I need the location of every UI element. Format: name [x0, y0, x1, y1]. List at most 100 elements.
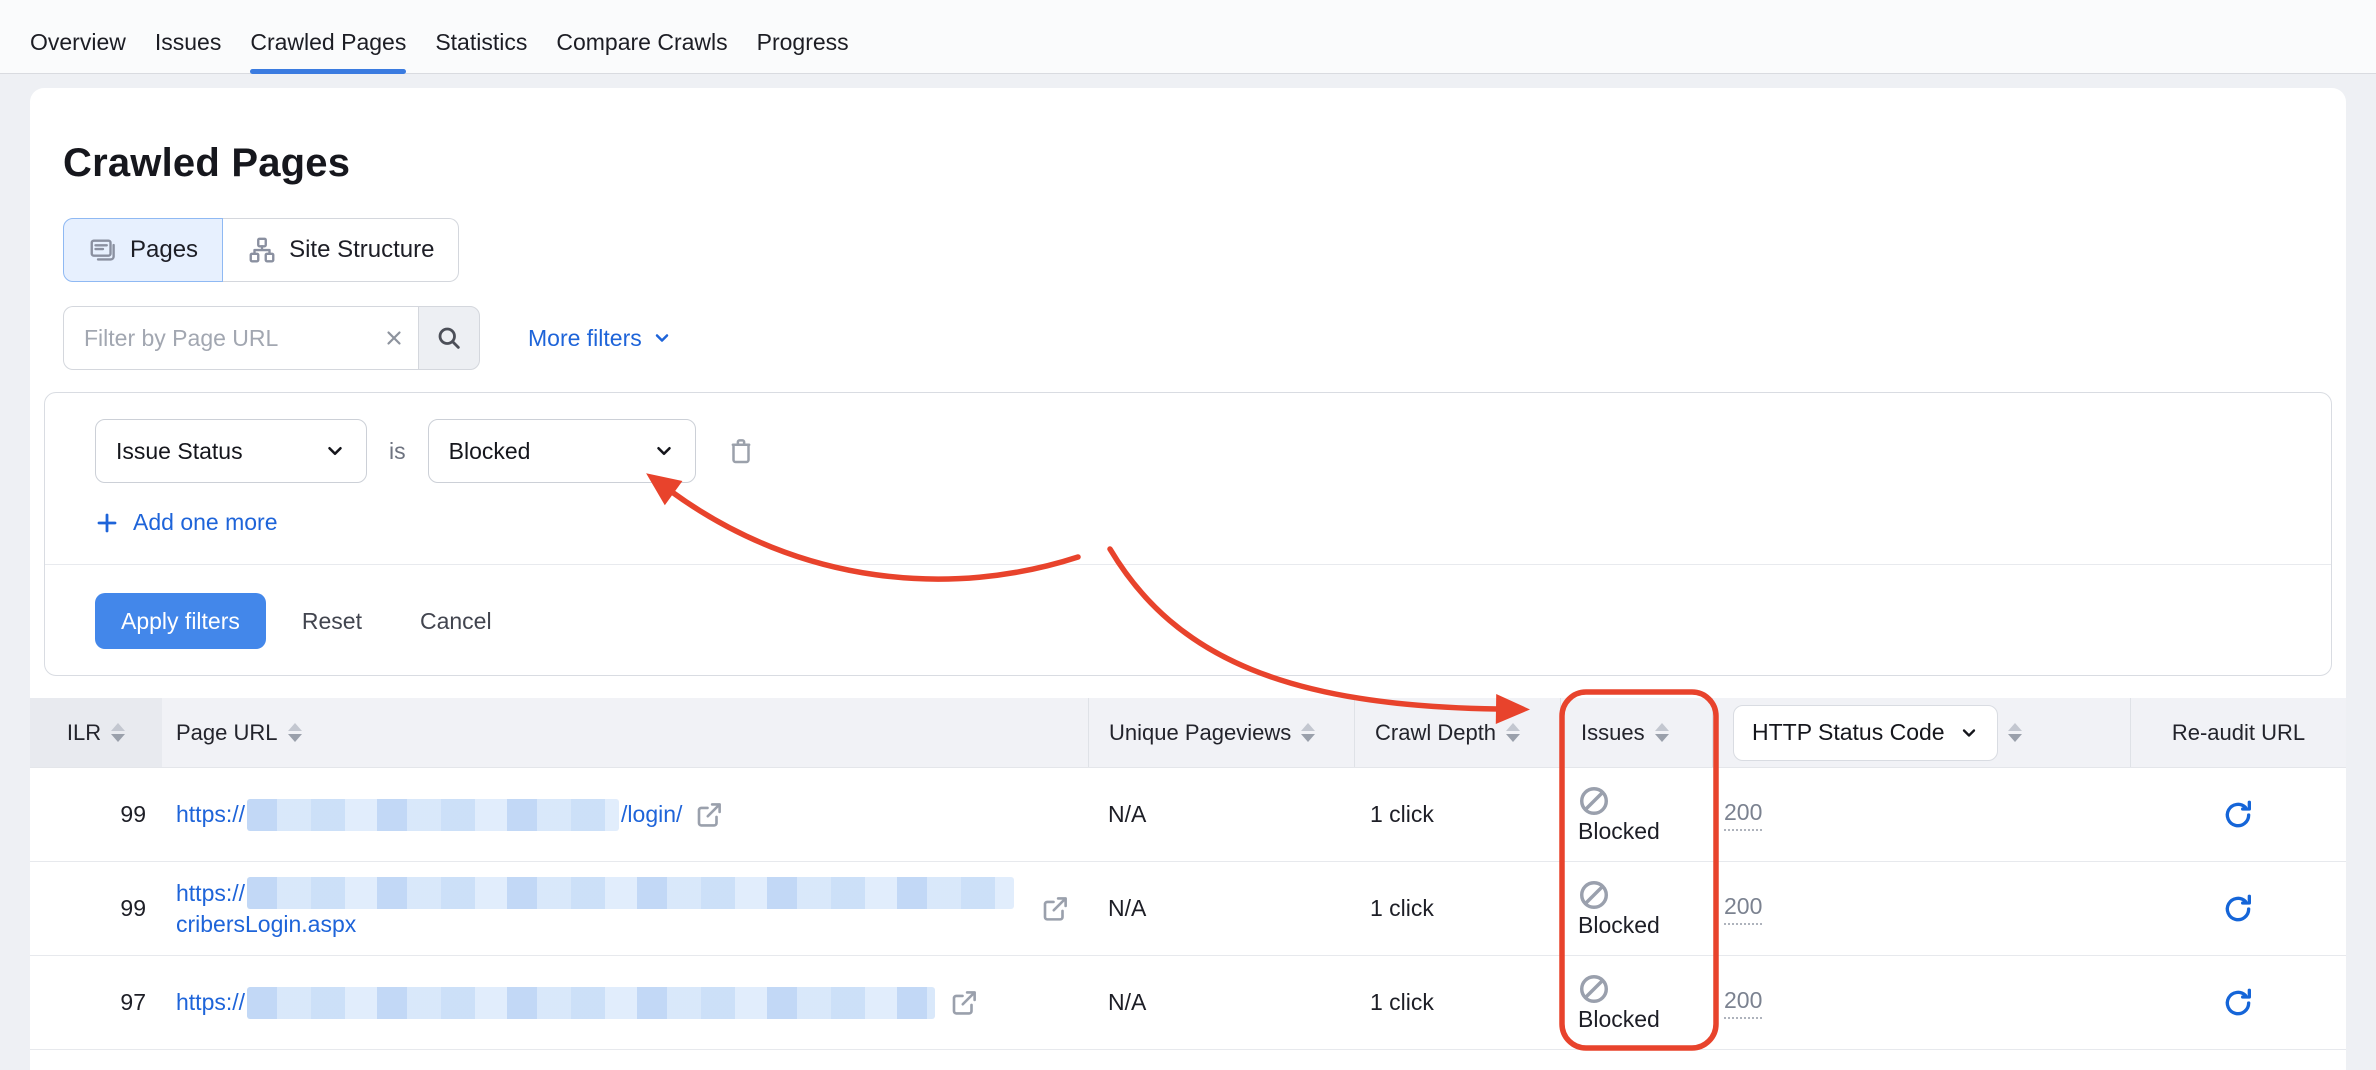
ilr-header-label: ILR: [67, 720, 101, 746]
table-row: 99 https:///login/ N/A 1 click: [30, 768, 2346, 862]
remove-filter-button[interactable]: [726, 436, 756, 466]
re-audit-cell: [2130, 768, 2346, 861]
crawl-depth-value: 1 click: [1354, 956, 1560, 1049]
search-icon: [435, 324, 463, 352]
crawl-depth-header-label: Crawl Depth: [1375, 720, 1496, 746]
column-header-ilr[interactable]: ILR: [30, 698, 162, 767]
ilr-value: 99: [30, 862, 162, 955]
page-url-cell: https://: [162, 956, 1088, 1049]
filter-bar: More filters: [63, 306, 2346, 370]
issues-cell: Blocked: [1560, 956, 1712, 1049]
crawled-pages-card: Crawled Pages Pages Site Structure: [30, 88, 2346, 1070]
url-suffix: /login/: [621, 801, 682, 828]
ilr-value: 97: [30, 956, 162, 1049]
page-url-link[interactable]: https://: [176, 987, 937, 1019]
column-header-issues[interactable]: Issues: [1560, 698, 1712, 767]
view-toggle-group: Pages Site Structure: [63, 218, 459, 282]
re-audit-button[interactable]: [2222, 893, 2254, 925]
filter-actions: Apply filters Reset Cancel: [45, 565, 2331, 675]
status-code-link[interactable]: 200: [1724, 799, 1762, 831]
sort-icon[interactable]: [1506, 723, 1520, 742]
more-filters-label: More filters: [528, 325, 642, 352]
reset-button[interactable]: Reset: [280, 593, 384, 649]
column-header-unique-pageviews[interactable]: Unique Pageviews: [1088, 698, 1354, 767]
chevron-down-icon: [324, 440, 346, 462]
issues-cell: Blocked: [1560, 862, 1712, 955]
open-url-button[interactable]: [949, 988, 979, 1018]
http-status-header-label: HTTP Status Code: [1752, 719, 1945, 746]
crawl-depth-value: 1 click: [1354, 862, 1560, 955]
filter-field-value: Issue Status: [116, 438, 243, 465]
issues-cell: Blocked: [1560, 768, 1712, 861]
url-prefix: https://: [176, 878, 245, 909]
redacted-url-segment: [247, 799, 619, 831]
toggle-pages-label: Pages: [130, 236, 198, 264]
clear-input-icon[interactable]: [383, 327, 405, 349]
filter-field-select[interactable]: Issue Status: [95, 419, 367, 483]
tab-progress[interactable]: Progress: [757, 0, 849, 73]
refresh-icon: [2222, 987, 2254, 1019]
blocked-icon: [1578, 785, 1610, 817]
tab-overview[interactable]: Overview: [30, 0, 126, 73]
cancel-button[interactable]: Cancel: [398, 593, 514, 649]
tab-issues[interactable]: Issues: [155, 0, 221, 73]
report-tabs-nav: Overview Issues Crawled Pages Statistics…: [0, 0, 2376, 74]
page-url-link[interactable]: https:// cribersLogin.aspx: [176, 877, 1016, 940]
unique-pageviews-value: N/A: [1088, 862, 1354, 955]
status-code-link[interactable]: 200: [1724, 987, 1762, 1019]
re-audit-button[interactable]: [2222, 987, 2254, 1019]
open-url-button[interactable]: [1040, 894, 1070, 924]
more-filters-link[interactable]: More filters: [528, 325, 672, 352]
external-link-icon: [1040, 894, 1070, 924]
http-status-cell: 200: [1712, 862, 2130, 955]
filter-condition-row: Issue Status is Blocked: [45, 393, 2331, 483]
redacted-url-segment: [247, 877, 1014, 909]
sort-icon[interactable]: [1655, 723, 1669, 742]
refresh-icon: [2222, 799, 2254, 831]
trash-icon: [726, 436, 756, 466]
toggle-site-structure[interactable]: Site Structure: [223, 218, 459, 282]
sort-icon[interactable]: [111, 723, 125, 742]
tab-crawled-pages[interactable]: Crawled Pages: [250, 0, 406, 73]
chevron-down-icon: [652, 328, 672, 348]
filters-panel: Issue Status is Blocked: [44, 392, 2332, 676]
sort-icon[interactable]: [2008, 723, 2022, 742]
page-url-link[interactable]: https:// /login/: [176, 799, 682, 831]
re-audit-cell: [2130, 862, 2346, 955]
issues-cell: [1560, 1050, 1712, 1070]
search-button[interactable]: [418, 306, 480, 370]
http-status-cell: 200: [1712, 768, 2130, 861]
filter-operator-label: is: [389, 438, 406, 465]
re-audit-button[interactable]: [2222, 799, 2254, 831]
table-row: 99 https:// cribersLogin.aspx N/A 1 clic…: [30, 862, 2346, 956]
toggle-pages[interactable]: Pages: [63, 218, 223, 282]
filter-value-select[interactable]: Blocked: [428, 419, 696, 483]
chevron-down-icon: [1959, 723, 1979, 743]
column-header-crawl-depth[interactable]: Crawl Depth: [1354, 698, 1560, 767]
page-url-filter-input[interactable]: [63, 306, 418, 370]
page-title: Crawled Pages: [30, 88, 2346, 188]
re-audit-cell: [2130, 956, 2346, 1049]
http-status-code-dropdown[interactable]: HTTP Status Code: [1733, 705, 1998, 761]
add-one-more-label: Add one more: [133, 509, 277, 536]
ilr-value: 99: [30, 768, 162, 861]
column-header-page-url[interactable]: Page URL: [162, 698, 1088, 767]
tab-statistics[interactable]: Statistics: [435, 0, 527, 73]
url-prefix: https://: [176, 801, 245, 828]
sort-icon[interactable]: [1301, 723, 1315, 742]
sort-icon[interactable]: [288, 723, 302, 742]
table-row: [30, 1050, 2346, 1070]
tab-compare-crawls[interactable]: Compare Crawls: [556, 0, 727, 73]
status-code-link[interactable]: 200: [1724, 893, 1762, 925]
page-url-cell: https:// /login/: [162, 768, 1088, 861]
open-url-button[interactable]: [694, 800, 724, 830]
re-audit-header-label: Re-audit URL: [2172, 720, 2305, 746]
unique-pageviews-value: N/A: [1088, 768, 1354, 861]
add-one-more-link[interactable]: Add one more: [95, 509, 277, 536]
apply-filters-button[interactable]: Apply filters: [95, 593, 266, 649]
pages-icon: [88, 235, 118, 265]
refresh-icon: [2222, 893, 2254, 925]
url-filter: [63, 306, 480, 370]
external-link-icon: [694, 800, 724, 830]
url-line2: cribersLogin.aspx: [176, 909, 1016, 940]
